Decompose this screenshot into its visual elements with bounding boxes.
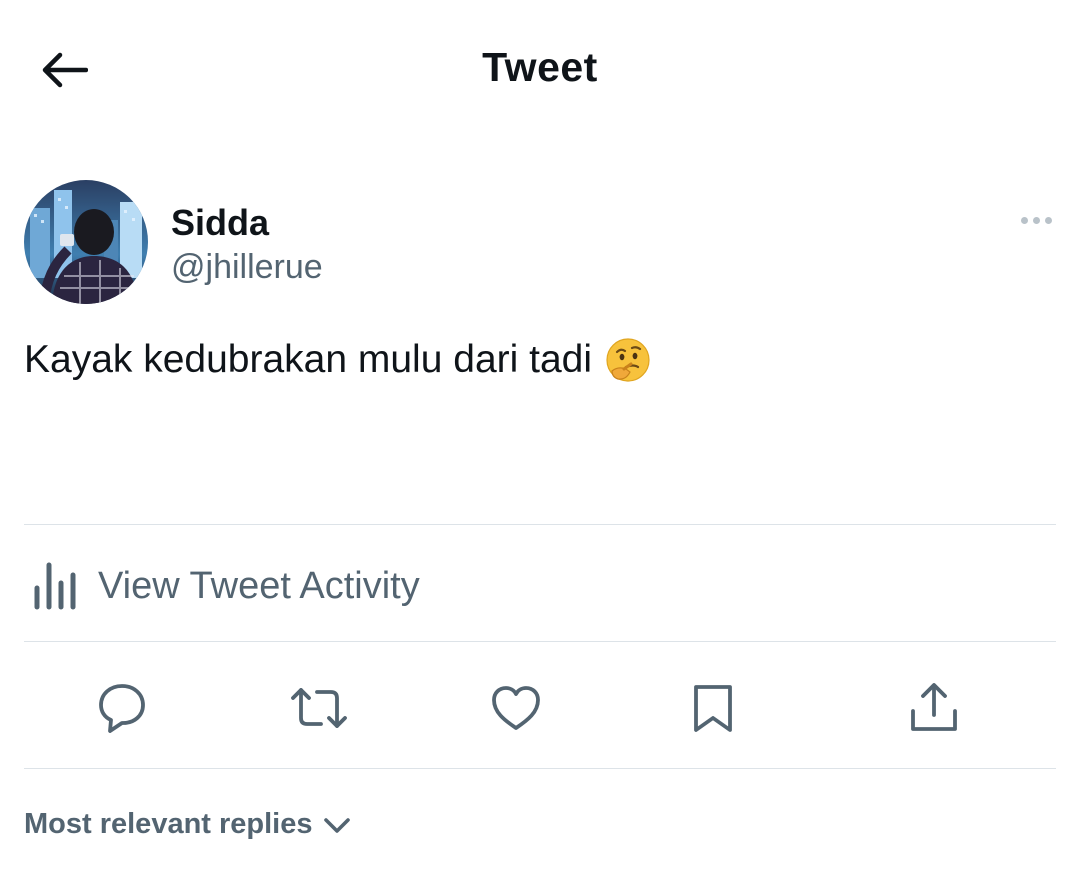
- avatar[interactable]: [24, 180, 148, 304]
- more-options-button[interactable]: [1016, 208, 1056, 232]
- heart-icon: [492, 686, 540, 730]
- tweet-text-content: Kayak kedubrakan mulu dari tadi: [24, 338, 592, 381]
- reply-sort-label: Most relevant replies: [24, 808, 313, 840]
- divider: [24, 641, 1056, 642]
- reply-sort-dropdown[interactable]: Most relevant replies: [24, 808, 351, 841]
- reply-button[interactable]: [92, 678, 152, 738]
- speech-bubble-icon: [99, 684, 145, 733]
- tweet-text: Kayak kedubrakan mulu dari tadi: [24, 336, 652, 384]
- retweet-button[interactable]: [289, 678, 349, 738]
- author-display-name[interactable]: Sidda: [171, 202, 269, 244]
- avatar-image: [24, 180, 148, 304]
- tweet-author: Sidda @jhillerue: [24, 180, 1056, 306]
- bar-chart-icon: [34, 562, 76, 610]
- thinking-face-emoji: [606, 338, 650, 382]
- author-handle[interactable]: @jhillerue: [171, 248, 323, 287]
- bookmark-button[interactable]: [683, 678, 743, 738]
- chevron-down-icon: [323, 817, 350, 833]
- bookmark-icon: [694, 685, 732, 732]
- top-nav-bar: Tweet: [0, 0, 1080, 140]
- share-button[interactable]: [904, 678, 964, 738]
- like-button[interactable]: [486, 678, 546, 738]
- retweet-icon: [291, 688, 347, 728]
- more-horizontal-icon: [1020, 216, 1028, 224]
- divider: [24, 524, 1056, 525]
- divider: [24, 768, 1056, 769]
- share-icon: [911, 683, 957, 731]
- activity-label: View Tweet Activity: [98, 564, 420, 607]
- view-tweet-activity-button[interactable]: View Tweet Activity: [24, 560, 420, 612]
- tweet-action-bar: [0, 670, 1080, 746]
- page-title: Tweet: [482, 44, 598, 90]
